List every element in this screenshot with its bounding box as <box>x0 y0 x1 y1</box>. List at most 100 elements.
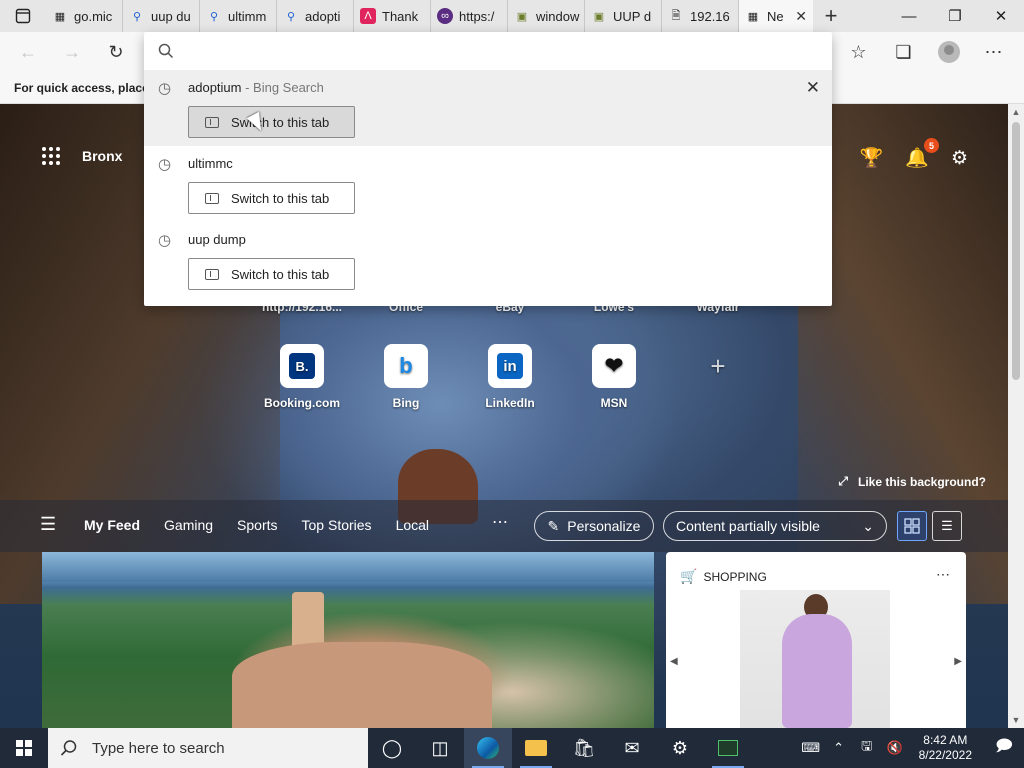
tab-title: ultimm <box>228 8 267 24</box>
volume-muted-icon[interactable]: 🔇 <box>883 740 907 756</box>
browser-tab[interactable]: ▣ UUP d <box>585 0 662 32</box>
switch-to-tab-button[interactable]: Switch to this tab <box>188 182 355 214</box>
suggestion-row[interactable]: ◷ ultimmc Switch to this tab <box>144 146 832 222</box>
grid-layout-button[interactable] <box>897 511 927 541</box>
new-tab-button[interactable]: + <box>813 0 849 32</box>
history-icon: ◷ <box>158 156 172 173</box>
address-input[interactable] <box>188 43 788 59</box>
suggestion-row[interactable]: ◷ uup dump Switch to this tab <box>144 222 832 298</box>
switch-to-tab-button[interactable]: Switch to this tab <box>188 258 355 290</box>
bing-icon: b <box>384 344 428 388</box>
browser-tab-active[interactable]: ▦ Ne ✕ <box>739 0 813 32</box>
windows-logo-icon <box>16 740 32 756</box>
task-view-icon[interactable]: ◫ <box>416 728 464 768</box>
scroll-up-icon[interactable]: ▲ <box>1008 104 1024 120</box>
app-launcher-icon[interactable] <box>42 147 60 165</box>
shopping-card[interactable]: 🛒 SHOPPING ⋯ ◀ ▶ <box>666 552 966 728</box>
minimize-button[interactable]: — <box>886 0 932 32</box>
browser-tab[interactable]: ⚲ uup du <box>123 0 200 32</box>
tab-gaming[interactable]: Gaming <box>164 517 213 533</box>
tab-title: uup du <box>151 8 191 24</box>
favorites-bar-hint: For quick access, place y <box>14 80 159 95</box>
browser-tab[interactable]: Λ Thank <box>354 0 431 32</box>
browser-tab[interactable]: ∞ https:/ <box>431 0 508 32</box>
tab-local[interactable]: Local <box>396 517 429 533</box>
scroll-thumb[interactable] <box>1012 122 1020 380</box>
tab-title: 192.16 <box>690 8 730 24</box>
edge-browser-icon[interactable] <box>464 728 512 768</box>
more-options-icon[interactable]: ⋯ <box>971 32 1016 72</box>
taskbar-search-box[interactable]: Type here to search <box>48 728 368 768</box>
browser-tab[interactable]: ▣ window <box>508 0 585 32</box>
pencil-icon: ✎ <box>547 517 560 534</box>
tab-top-stories[interactable]: Top Stories <box>302 517 372 533</box>
carousel-prev-icon[interactable]: ◀ <box>670 656 678 667</box>
switch-to-tab-button[interactable]: Switch to this tab <box>188 106 355 138</box>
start-button[interactable] <box>0 728 48 768</box>
browser-tab[interactable]: 🗎 192.16 <box>662 0 739 32</box>
carousel-next-icon[interactable]: ▶ <box>954 656 962 667</box>
like-background-button[interactable]: ⤢ Like this background? <box>838 474 986 489</box>
clock-time: 8:42 AM <box>923 733 968 747</box>
close-icon[interactable]: ✕ <box>795 8 807 25</box>
system-clock[interactable]: 8:42 AM 8/22/2022 <box>911 733 980 763</box>
switch-to-tab-label: Switch to this tab <box>231 114 330 130</box>
settings-gear-icon[interactable]: ⚙ <box>656 728 704 768</box>
window-controls: — ❐ ✕ <box>886 0 1024 32</box>
browser-tab[interactable]: ⚲ adopti <box>277 0 354 32</box>
search-icon: ⚲ <box>209 10 219 23</box>
keyboard-icon[interactable]: ⌨ <box>799 740 823 756</box>
back-button[interactable]: ← <box>6 32 50 72</box>
favorites-star-icon[interactable]: ☆ <box>836 32 881 72</box>
microsoft-store-icon[interactable]: 🛍 <box>560 728 608 768</box>
add-quicklink-button[interactable]: + <box>666 344 770 410</box>
page-scrollbar[interactable]: ▲ ▼ <box>1008 104 1024 728</box>
hero-building <box>232 642 492 728</box>
more-options-icon[interactable]: ⋯ <box>936 566 950 583</box>
browser-tab[interactable]: ▦ go.mic <box>46 0 123 32</box>
feed-hero-card[interactable] <box>42 552 654 728</box>
quicklink-tile[interactable]: ❤ MSN <box>562 344 666 410</box>
list-layout-button[interactable]: ☰ <box>932 511 962 541</box>
tab-my-feed[interactable]: My Feed <box>84 517 140 533</box>
product-image[interactable] <box>740 590 890 728</box>
network-icon[interactable]: 🖫 <box>855 737 879 759</box>
chevron-up-icon[interactable]: ⌃ <box>827 740 851 756</box>
settings-gear-icon[interactable]: ⚙ <box>951 147 968 170</box>
collections-icon[interactable]: ❏ <box>881 32 926 72</box>
restore-button[interactable]: ❐ <box>932 0 978 32</box>
windows-taskbar: Type here to search ◯ ◫ 🛍 ✉ ⚙ ⌨ ⌃ 🖫 🔇 8:… <box>0 728 1024 768</box>
hamburger-menu-icon[interactable]: ☰ <box>40 514 56 535</box>
more-tabs-icon[interactable]: ⋯ <box>492 512 509 532</box>
cortana-icon[interactable]: ◯ <box>368 728 416 768</box>
tab-title: adopti <box>305 8 341 24</box>
tab-title: go.mic <box>74 8 113 24</box>
content-visibility-dropdown[interactable]: Content partially visible ⌄ <box>663 511 887 541</box>
suggestion-row[interactable]: ◷ adoptium - Bing Search ✕ Switch to thi… <box>144 70 832 146</box>
mail-icon[interactable]: ✉ <box>608 728 656 768</box>
action-center-icon[interactable]: 🗩 <box>984 735 1024 762</box>
shopping-header: 🛒 SHOPPING <box>680 568 767 585</box>
file-explorer-icon[interactable] <box>512 728 560 768</box>
forward-button[interactable]: → <box>50 32 94 72</box>
profile-button[interactable] <box>926 32 971 72</box>
notifications-bell-icon[interactable]: 🔔 5 <box>905 138 939 170</box>
browser-tab[interactable]: ⚲ ultimm <box>200 0 277 32</box>
quicklink-tile[interactable]: in LinkedIn <box>458 344 562 410</box>
tab-sports[interactable]: Sports <box>237 517 277 533</box>
tab-actions-button[interactable] <box>0 0 46 32</box>
weather-location[interactable]: Bronx <box>82 148 122 164</box>
rewards-icon[interactable]: 🏆 <box>860 146 884 170</box>
personalize-button[interactable]: ✎ Personalize <box>534 511 654 541</box>
quicklink-tile[interactable]: b Bing <box>354 344 458 410</box>
scroll-down-icon[interactable]: ▼ <box>1008 712 1024 728</box>
chevron-down-icon: ⌄ <box>862 517 874 534</box>
tab-strip: ▦ go.mic ⚲ uup du ⚲ ultimm ⚲ adopti Λ Th… <box>0 0 1024 32</box>
page-icon: 🗎 <box>671 9 681 22</box>
close-window-button[interactable]: ✕ <box>978 0 1024 32</box>
terminal-app-icon[interactable] <box>704 728 752 768</box>
remove-suggestion-close-icon[interactable]: ✕ <box>806 78 820 98</box>
link-icon: ∞ <box>437 8 453 24</box>
quicklink-tile[interactable]: B. Booking.com <box>250 344 354 410</box>
refresh-button[interactable]: ↻ <box>94 32 138 72</box>
